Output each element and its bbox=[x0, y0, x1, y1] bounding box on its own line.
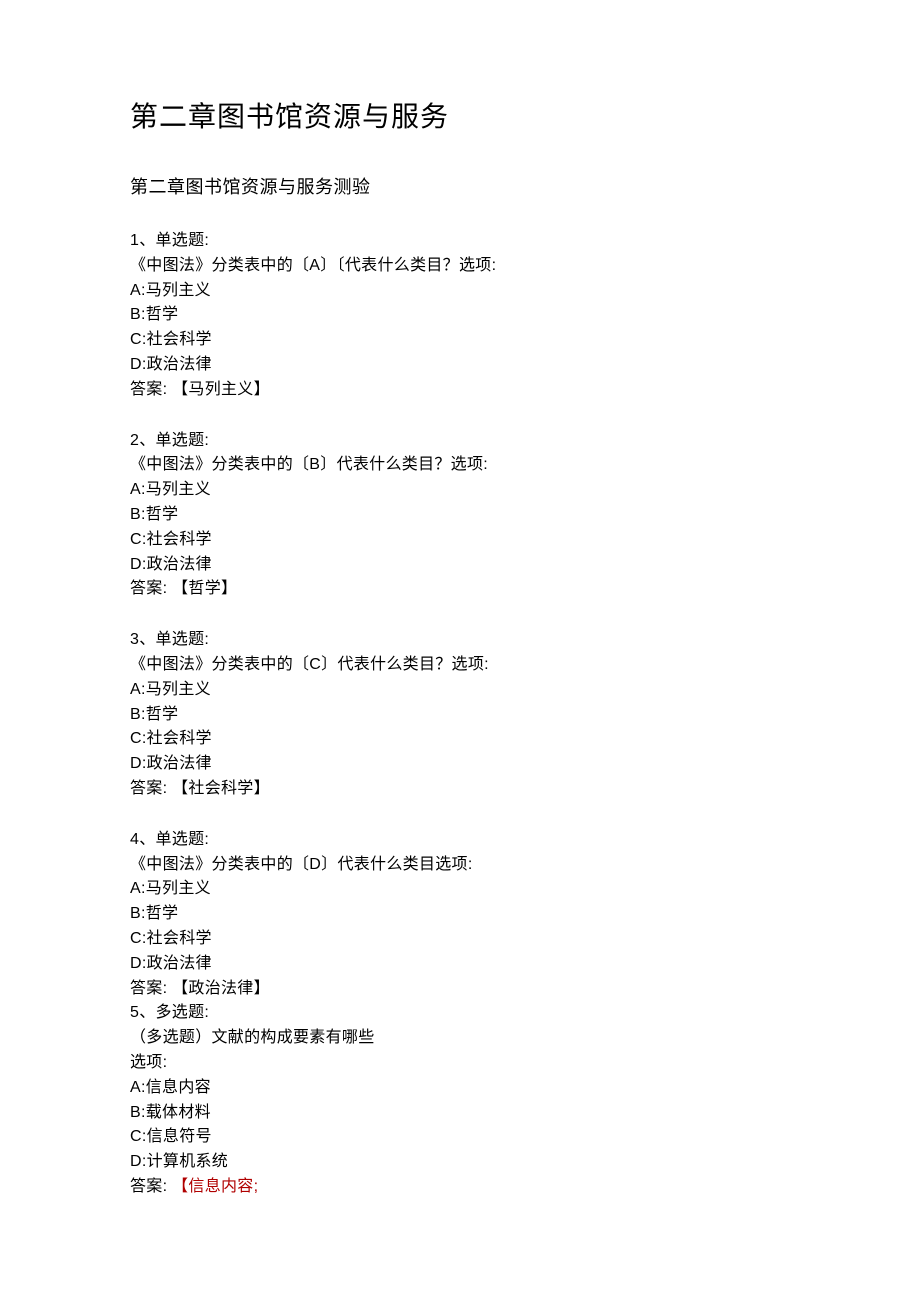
question-1: 1、单选题: 《中图法》分类表中的〔A〕〔代表什么类目？选项: A:马列主义 B… bbox=[130, 229, 790, 403]
question-2: 2、单选题: 《中图法》分类表中的〔B〕代表什么类目？选项: A:马列主义 B:… bbox=[130, 429, 790, 603]
question-option: A:信息内容 bbox=[130, 1076, 790, 1101]
answer-prefix: 答案: bbox=[130, 1178, 172, 1195]
question-option: C:信息符号 bbox=[130, 1125, 790, 1150]
question-stem: 《中图法》分类表中的〔D〕代表什么类目选项: bbox=[130, 853, 790, 878]
question-option: B:载体材料 bbox=[130, 1101, 790, 1126]
question-3: 3、单选题: 《中图法》分类表中的〔C〕代表什么类目？选项: A:马列主义 B:… bbox=[130, 628, 790, 802]
question-4: 4、单选题: 《中图法》分类表中的〔D〕代表什么类目选项: A:马列主义 B:哲… bbox=[130, 828, 790, 1002]
chapter-title: 第二章图书馆资源与服务 bbox=[130, 95, 790, 135]
question-option: C:社会科学 bbox=[130, 727, 790, 752]
question-number: 4、单选题: bbox=[130, 828, 790, 853]
document-page: 第二章图书馆资源与服务 第二章图书馆资源与服务测验 1、单选题: 《中图法》分类… bbox=[0, 0, 920, 1240]
question-answer: 答案: 【马列主义】 bbox=[130, 378, 790, 403]
question-option: D:政治法律 bbox=[130, 752, 790, 777]
question-option: A:马列主义 bbox=[130, 678, 790, 703]
question-option: B:哲学 bbox=[130, 503, 790, 528]
question-stem: 《中图法》分类表中的〔B〕代表什么类目？选项: bbox=[130, 453, 790, 478]
question-5: 5、多选题: （多选题）文献的构成要素有哪些 选项: A:信息内容 B:载体材料… bbox=[130, 1001, 790, 1199]
question-options-label: 选项: bbox=[130, 1051, 790, 1076]
question-option: B:哲学 bbox=[130, 703, 790, 728]
question-number: 2、单选题: bbox=[130, 429, 790, 454]
question-option: B:哲学 bbox=[130, 902, 790, 927]
question-option: D:政治法律 bbox=[130, 952, 790, 977]
question-option: D:计算机系统 bbox=[130, 1150, 790, 1175]
question-stem: 《中图法》分类表中的〔C〕代表什么类目？选项: bbox=[130, 653, 790, 678]
question-option: C:社会科学 bbox=[130, 927, 790, 952]
question-option: A:马列主义 bbox=[130, 478, 790, 503]
question-option: D:政治法律 bbox=[130, 353, 790, 378]
question-option: C:社会科学 bbox=[130, 328, 790, 353]
question-stem: 《中图法》分类表中的〔A〕〔代表什么类目？选项: bbox=[130, 254, 790, 279]
question-answer: 答案: 【政治法律】 bbox=[130, 977, 790, 1002]
question-option: C:社会科学 bbox=[130, 528, 790, 553]
question-stem: （多选题）文献的构成要素有哪些 bbox=[130, 1026, 790, 1051]
question-answer: 答案: 【社会科学】 bbox=[130, 777, 790, 802]
question-answer: 答案: 【信息内容; bbox=[130, 1175, 790, 1200]
question-number: 1、单选题: bbox=[130, 229, 790, 254]
question-answer: 答案: 【哲学】 bbox=[130, 577, 790, 602]
question-option: A:马列主义 bbox=[130, 877, 790, 902]
question-number: 3、单选题: bbox=[130, 628, 790, 653]
section-title: 第二章图书馆资源与服务测验 bbox=[130, 173, 790, 199]
question-option: A:马列主义 bbox=[130, 279, 790, 304]
answer-highlight: 【信息内容; bbox=[172, 1178, 258, 1195]
question-number: 5、多选题: bbox=[130, 1001, 790, 1026]
question-option: B:哲学 bbox=[130, 303, 790, 328]
question-option: D:政治法律 bbox=[130, 553, 790, 578]
